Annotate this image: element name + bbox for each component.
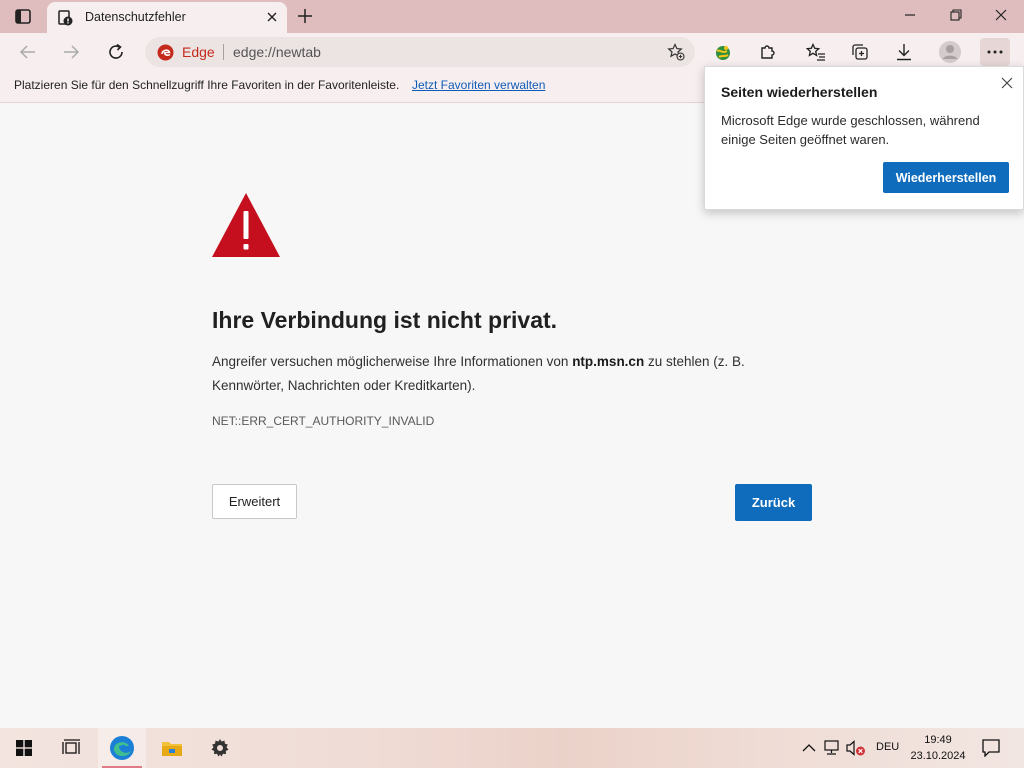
network-status-button[interactable] xyxy=(822,738,842,758)
error-code[interactable]: NET::ERR_CERT_AUTHORITY_INVALID xyxy=(212,414,434,428)
address-separator xyxy=(223,44,224,60)
taskbar: DEU 19:49 23.10.2024 xyxy=(0,728,1024,768)
privacy-error-favicon-icon xyxy=(57,10,73,26)
error-description: Angreifer versuchen möglicherweise Ihre … xyxy=(212,350,782,398)
input-language[interactable]: DEU xyxy=(876,741,899,753)
popup-close-icon[interactable] xyxy=(999,75,1015,91)
restore-window-button[interactable] xyxy=(933,0,979,30)
edge-browser-icon xyxy=(110,736,134,760)
avatar-icon xyxy=(939,41,961,63)
back-button[interactable]: Zurück xyxy=(735,484,812,521)
collections-button[interactable] xyxy=(848,40,872,64)
puzzle-icon xyxy=(761,45,775,59)
error-description-before: Angreifer versuchen möglicherweise Ihre … xyxy=(212,354,573,369)
notifications-button[interactable] xyxy=(981,738,1001,758)
tab-close-icon[interactable] xyxy=(263,8,281,26)
address-bar[interactable]: Edge xyxy=(145,37,695,67)
favorites-list-icon xyxy=(806,42,825,61)
download-icon xyxy=(897,44,911,61)
taskbar-settings[interactable] xyxy=(196,728,244,768)
new-tab-button[interactable] xyxy=(294,6,316,26)
taskbar-edge-app[interactable] xyxy=(98,728,146,768)
tab-actions-button[interactable] xyxy=(12,7,34,27)
clock-date: 23.10.2024 xyxy=(910,750,966,762)
restore-pages-popup: Seiten wiederherstellen Microsoft Edge w… xyxy=(704,66,1024,210)
task-view-button[interactable] xyxy=(48,728,96,768)
downloads-button[interactable] xyxy=(892,40,916,64)
start-button[interactable] xyxy=(0,728,48,768)
extension-globe-button[interactable] xyxy=(711,40,735,64)
profile-button[interactable] xyxy=(938,40,962,64)
windows-logo-icon xyxy=(16,740,32,756)
popup-message: Microsoft Edge wurde geschlossen, währen… xyxy=(721,113,980,147)
back-nav-button[interactable] xyxy=(15,39,41,65)
warning-triangle-icon xyxy=(212,193,280,257)
collections-icon xyxy=(852,44,868,60)
popup-title: Seiten wiederherstellen xyxy=(721,84,878,100)
extensions-button[interactable] xyxy=(756,40,780,64)
task-view-icon xyxy=(62,739,80,754)
browser-toolbar: Edge xyxy=(0,33,1024,70)
error-title: Ihre Verbindung ist nicht privat. xyxy=(212,307,558,333)
plus-icon xyxy=(298,9,312,23)
refresh-icon xyxy=(109,43,123,59)
tab-title: Datenschutzfehler xyxy=(85,10,186,24)
restore-button[interactable]: Wiederherstellen xyxy=(883,162,1009,193)
tab-actions-icon xyxy=(15,9,31,24)
add-favorite-icon[interactable] xyxy=(667,43,685,61)
site-badge-label[interactable]: Edge xyxy=(182,44,215,60)
folder-icon xyxy=(162,742,182,756)
globe-extension-icon xyxy=(716,46,730,60)
forward-nav-button[interactable] xyxy=(58,39,84,65)
restore-window-icon xyxy=(950,9,962,21)
title-bar: Datenschutzfehler xyxy=(0,0,1024,33)
arrow-left-icon xyxy=(19,45,35,59)
chevron-up-icon xyxy=(802,744,816,752)
favorites-button[interactable] xyxy=(804,40,828,64)
minimize-icon xyxy=(905,14,915,16)
url-input[interactable] xyxy=(233,42,653,62)
clock-time: 19:49 xyxy=(924,734,952,746)
minimize-button[interactable] xyxy=(887,0,933,30)
refresh-button[interactable] xyxy=(103,39,129,65)
volume-button[interactable] xyxy=(846,738,866,758)
taskbar-file-explorer[interactable] xyxy=(148,728,196,768)
manage-favorites-link[interactable]: Jetzt Favoriten verwalten xyxy=(412,78,545,92)
show-hidden-icons-button[interactable] xyxy=(799,738,819,758)
advanced-button[interactable]: Erweitert xyxy=(212,484,297,519)
not-secure-edge-icon[interactable] xyxy=(157,44,174,61)
active-tab[interactable]: Datenschutzfehler xyxy=(47,2,287,33)
notification-icon xyxy=(982,739,1000,757)
error-host: ntp.msn.cn xyxy=(572,354,645,369)
gear-icon xyxy=(211,739,229,757)
volume-muted-icon xyxy=(846,740,865,756)
more-dots-icon xyxy=(987,50,1003,54)
favorites-hint-text: Platzieren Sie für den Schnellzugriff Ih… xyxy=(14,78,400,92)
system-clock[interactable]: 19:49 23.10.2024 xyxy=(905,732,971,764)
close-window-button[interactable] xyxy=(978,0,1024,30)
close-icon xyxy=(995,9,1007,21)
settings-more-button[interactable] xyxy=(980,38,1010,66)
network-icon xyxy=(824,740,839,755)
arrow-right-icon xyxy=(64,45,80,59)
